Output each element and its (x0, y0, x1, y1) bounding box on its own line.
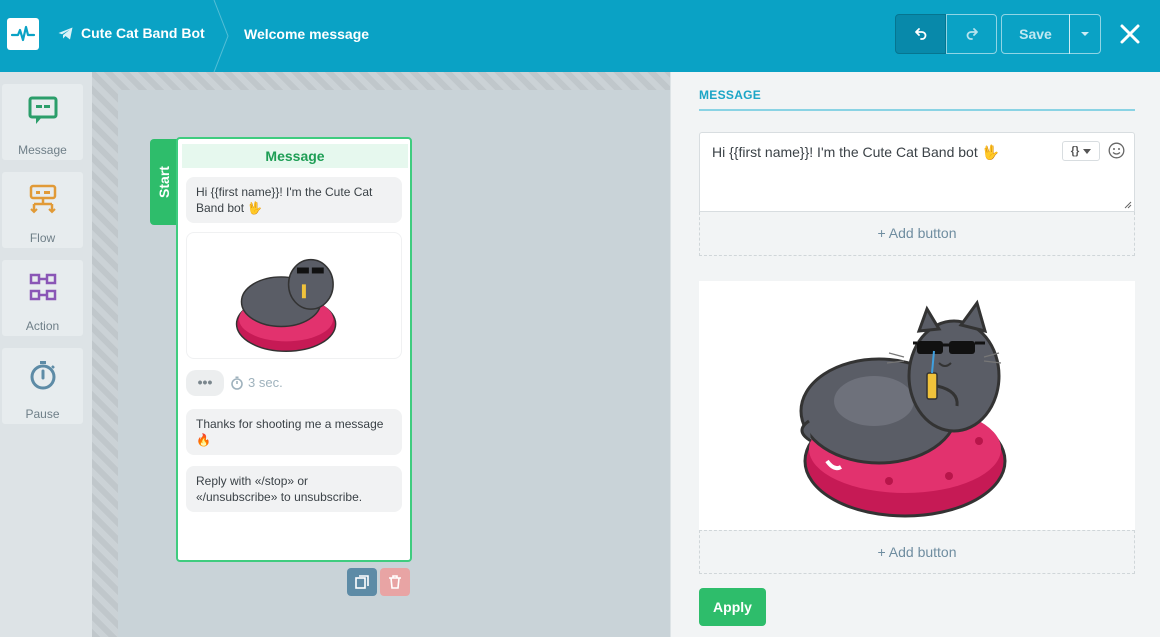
start-tab: Start (150, 139, 178, 225)
caret-down-icon (1081, 32, 1089, 36)
message-text-input[interactable]: Hi {{first name}}! I'm the Cute Cat Band… (699, 132, 1135, 212)
sidebar-item-label: Pause (25, 407, 60, 421)
save-dropdown-button[interactable] (1069, 14, 1101, 54)
action-icon (29, 273, 56, 301)
trash-icon (389, 575, 401, 589)
top-bar: Cute Cat Band Bot Welcome message Save (0, 0, 1160, 72)
breadcrumb-separator (213, 0, 229, 72)
resize-handle-icon[interactable] (1124, 201, 1132, 209)
add-button-link[interactable]: + Add button (699, 212, 1135, 256)
sidebar-item-flow[interactable]: Flow (2, 172, 83, 248)
stopwatch-icon (30, 361, 55, 390)
flow-icon (29, 184, 56, 214)
thanks-bubble: Thanks for shooting me a message 🔥 (186, 409, 402, 455)
unsubscribe-bubble: Reply with «/stop» or «/unsubscribe» to … (186, 466, 402, 512)
sidebar-item-label: Flow (29, 231, 56, 245)
cat-sticker-image[interactable] (699, 281, 1135, 530)
redo-icon (966, 28, 978, 40)
sidebar-item-label: Message (18, 143, 67, 157)
message-node[interactable]: Message Hi {{first name}}! I'm the Cute … (176, 137, 412, 562)
greeting-bubble: Hi {{first name}}! I'm the Cute Cat Band… (186, 177, 402, 223)
start-label: Start (156, 166, 172, 198)
sidebar-item-pause[interactable]: Pause (2, 348, 83, 424)
close-icon[interactable] (1118, 22, 1142, 46)
message-text-value: Hi {{first name}}! I'm the Cute Cat Band… (712, 144, 1000, 160)
delete-node-button[interactable] (380, 568, 410, 596)
delay-info: 3 sec. (230, 375, 283, 390)
caret-down-icon (1083, 148, 1092, 154)
panel-title-underline (699, 109, 1135, 111)
copy-node-button[interactable] (347, 568, 377, 596)
emoji-icon[interactable] (1108, 142, 1125, 159)
node-title: Message (182, 144, 408, 168)
properties-panel: MESSAGE Hi {{first name}}! I'm the Cute … (670, 72, 1160, 637)
page-title: Welcome message (244, 26, 370, 42)
panel-title: MESSAGE (699, 88, 762, 102)
insert-variable-button[interactable]: {} (1062, 141, 1100, 161)
sidebar-item-label: Action (25, 319, 60, 333)
typing-indicator: ••• (186, 370, 224, 396)
tools-sidebar: Message Flow Action Pause (0, 72, 92, 637)
undo-icon (914, 28, 926, 40)
breadcrumb-bot[interactable]: Cute Cat Band Bot (58, 25, 205, 41)
cat-sticker-thumbnail (186, 232, 402, 359)
undo-button[interactable] (895, 14, 946, 54)
message-icon (28, 96, 57, 124)
apply-button[interactable]: Apply (699, 588, 766, 626)
redo-button[interactable] (946, 14, 997, 54)
sidebar-item-message[interactable]: Message (2, 84, 83, 160)
delay-label: 3 sec. (248, 375, 283, 390)
copy-icon (355, 575, 369, 589)
variable-button-label: {} (1070, 145, 1080, 157)
save-button[interactable]: Save (1001, 14, 1070, 54)
stopwatch-icon (231, 376, 243, 390)
telegram-icon (58, 27, 73, 39)
sidebar-item-action[interactable]: Action (2, 260, 83, 336)
bot-name: Cute Cat Band Bot (81, 25, 205, 41)
add-button-link-2[interactable]: + Add button (699, 530, 1135, 574)
pulse-logo-icon[interactable] (7, 18, 39, 50)
